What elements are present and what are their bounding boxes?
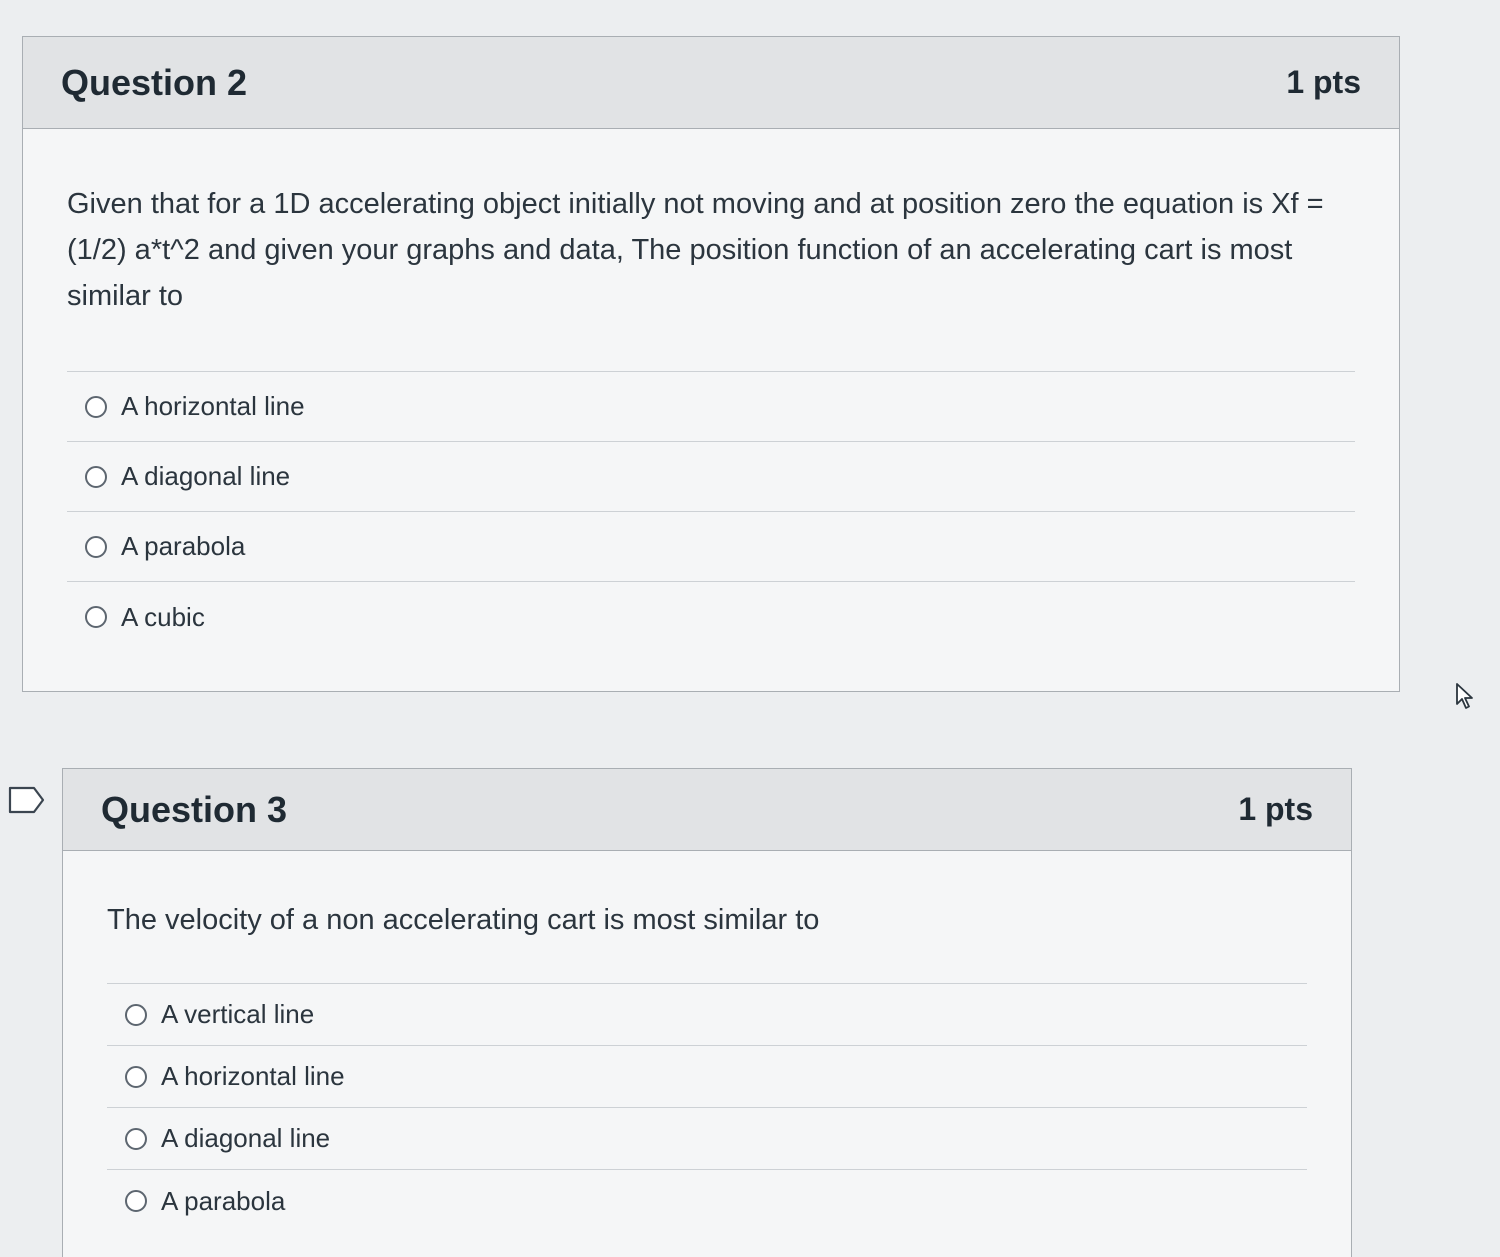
answer-option[interactable]: A cubic [67, 582, 1355, 652]
radio-button[interactable] [85, 395, 107, 418]
answer-option[interactable]: A diagonal line [67, 442, 1355, 512]
radio-button[interactable] [125, 1127, 147, 1150]
answer-label: A vertical line [161, 999, 315, 1029]
answer-label: A diagonal line [161, 1123, 331, 1153]
answer-option[interactable]: A horizontal line [67, 372, 1355, 442]
question-2-points: 1 pts [1286, 64, 1361, 100]
radio-button[interactable] [85, 535, 107, 558]
question-3-header: Question 3 1 pts [63, 769, 1351, 851]
answer-option[interactable]: A parabola [107, 1170, 1307, 1232]
answer-label: A horizontal line [121, 391, 305, 421]
radio-button[interactable] [125, 1190, 147, 1212]
answer-label: A parabola [121, 531, 246, 561]
question-2-answers: A horizontal line A diagonal line A para… [67, 371, 1355, 652]
question-2-header: Question 2 1 pts [23, 37, 1399, 129]
radio-button[interactable] [85, 606, 107, 628]
question-3-answers: A vertical line A horizontal line A diag… [107, 983, 1307, 1232]
answer-label: A diagonal line [121, 461, 291, 491]
question-3-text: The velocity of a non accelerating cart … [107, 904, 820, 936]
question-3-body: The velocity of a non accelerating cart … [63, 851, 1351, 1232]
answer-option[interactable]: A horizontal line [107, 1046, 1307, 1108]
radio-button[interactable] [125, 1003, 147, 1026]
question-2-title: Question 2 [61, 61, 248, 103]
answer-option[interactable]: A diagonal line [107, 1108, 1307, 1170]
question-3-points: 1 pts [1238, 791, 1313, 827]
answer-label: A cubic [121, 601, 205, 632]
question-2-body: Given that for a 1D accelerating object … [23, 129, 1399, 652]
radio-button[interactable] [125, 1065, 147, 1088]
answer-label: A parabola [161, 1185, 286, 1216]
question-3-card: Question 3 1 pts The velocity of a non a… [62, 768, 1352, 1257]
question-3-title: Question 3 [101, 788, 288, 830]
question-2-text: Given that for a 1D accelerating object … [67, 188, 1324, 312]
radio-button[interactable] [85, 465, 107, 488]
mouse-pointer-icon [1456, 683, 1473, 709]
answer-option[interactable]: A parabola [67, 512, 1355, 582]
answer-label: A horizontal line [161, 1061, 345, 1091]
question-2-card: Question 2 1 pts Given that for a 1D acc… [22, 36, 1400, 692]
bookmark-flag-icon[interactable] [8, 786, 46, 814]
answer-option[interactable]: A vertical line [107, 984, 1307, 1046]
